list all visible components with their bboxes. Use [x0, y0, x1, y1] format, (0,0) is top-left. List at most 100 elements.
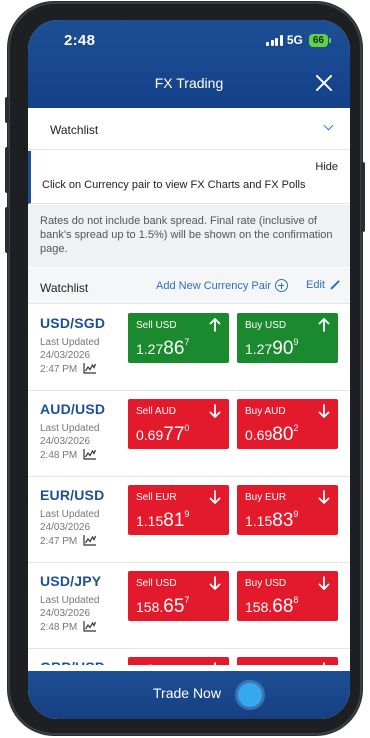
- currency-pair-row[interactable]: EUR/USD Last Updated 24/03/2026 2:47 PM Sell…: [28, 477, 350, 563]
- buy-rate-value: 1.15839: [245, 509, 298, 532]
- last-updated-info: Last Updated 24/03/2026 2:47 PM: [40, 336, 100, 376]
- buy-label: Buy USD: [245, 320, 287, 331]
- rate-pip: 2: [293, 423, 299, 433]
- buy-label: Buy USD: [245, 578, 287, 589]
- last-updated-label: Last Updated: [40, 337, 100, 348]
- volume-down-button: [5, 147, 9, 193]
- rate-main: 1.27: [245, 341, 273, 357]
- sell-rate-tile[interactable]: Sell EUR 1.15819: [128, 485, 229, 535]
- currency-pair-row[interactable]: USD/SGD Last Updated 24/03/2026 2:47 PM Sell…: [28, 305, 350, 391]
- rate-big-figure: 65: [163, 596, 185, 617]
- edit-label: Edit: [306, 279, 325, 291]
- last-updated-date: 24/03/2026: [40, 436, 91, 447]
- trade-now-button[interactable]: Trade Now: [28, 671, 350, 719]
- network-label: 5G: [286, 33, 303, 47]
- assistant-bubble-icon[interactable]: [238, 683, 262, 707]
- add-currency-pair-label: Add New Currency Pair: [156, 279, 271, 292]
- line-chart-icon[interactable]: [83, 620, 97, 632]
- sell-label: Sell EUR: [136, 492, 177, 503]
- last-updated-time: 2:48 PM: [40, 450, 78, 461]
- rate-disclaimer: Rates do not include bank spread. Final …: [28, 205, 350, 267]
- rate-big-figure: 68: [272, 596, 294, 617]
- last-updated-time: 2:48 PM: [40, 622, 78, 633]
- signal-icon: [266, 34, 283, 46]
- info-notice: Hide Click on Currency pair to view FX C…: [28, 151, 350, 204]
- last-updated-date: 24/03/2026: [40, 350, 91, 361]
- currency-pair-name[interactable]: AUD/USD: [40, 401, 105, 417]
- arrow-down-icon: [318, 490, 330, 504]
- sell-rate-tile[interactable]: Sell USD 158.657: [128, 571, 229, 621]
- dropdown-selected-value: Watchlist: [50, 123, 99, 137]
- line-chart-icon[interactable]: [83, 534, 97, 546]
- rate-pip: 7: [184, 337, 190, 347]
- arrow-down-icon: [318, 404, 330, 418]
- rate-big-figure: 90: [272, 338, 294, 359]
- rate-big-figure: 80: [272, 424, 294, 445]
- currency-pair-row[interactable]: GBP/USD Sell GBP Buy GBP: [28, 649, 350, 665]
- arrow-down-icon: [323, 662, 325, 665]
- sell-label: Sell GBP: [136, 664, 177, 665]
- rate-main: 158.: [245, 599, 273, 615]
- currency-pair-name[interactable]: GBP/USD: [40, 659, 105, 665]
- last-updated-date: 24/03/2026: [40, 522, 91, 533]
- status-time: 2:48: [64, 32, 96, 49]
- plus-circle-icon: [274, 279, 288, 292]
- edit-watchlist-button[interactable]: Edit: [306, 279, 340, 291]
- line-chart-icon[interactable]: [83, 362, 97, 374]
- battery-level: 66: [312, 34, 324, 46]
- buy-label: Buy AUD: [245, 406, 286, 417]
- buy-rate-tile[interactable]: Buy USD 158.688: [237, 571, 338, 621]
- sell-rate-value: 1.27867: [136, 337, 189, 360]
- page-title: FX Trading: [154, 75, 224, 91]
- rate-main: 1.15: [245, 513, 273, 529]
- currency-pair-name[interactable]: EUR/USD: [40, 487, 104, 503]
- sell-rate-tile[interactable]: Sell GBP: [128, 657, 229, 665]
- currency-pair-row[interactable]: AUD/USD Last Updated 24/03/2026 2:48 PM Sell…: [28, 391, 350, 477]
- currency-pair-name[interactable]: USD/JPY: [40, 573, 101, 589]
- volume-up-button: [5, 97, 9, 123]
- power-button: [361, 162, 365, 232]
- currency-pair-row[interactable]: USD/JPY Last Updated 24/03/2026 2:48 PM Sell…: [28, 563, 350, 649]
- rate-big-figure: 77: [163, 424, 185, 445]
- add-currency-pair-button[interactable]: Add New Currency Pair: [156, 279, 288, 292]
- rate-pip: 9: [293, 337, 299, 347]
- watchlist-dropdown[interactable]: Watchlist: [28, 108, 350, 150]
- currency-pair-name[interactable]: USD/SGD: [40, 315, 105, 331]
- buy-rate-value: 158.688: [245, 595, 298, 618]
- rate-pip: 9: [184, 509, 190, 519]
- last-updated-time: 2:47 PM: [40, 536, 78, 547]
- watchlist-rows: USD/SGD Last Updated 24/03/2026 2:47 PM Sell…: [28, 305, 350, 665]
- hide-notice-button[interactable]: Hide: [315, 161, 338, 173]
- arrow-down-icon: [318, 576, 330, 590]
- arrow-down-icon: [214, 662, 216, 665]
- rate-big-figure: 83: [272, 510, 294, 531]
- rate-main: 1.27: [136, 341, 164, 357]
- sell-rate-tile[interactable]: Sell AUD 0.69770: [128, 399, 229, 449]
- buy-label: Buy GBP: [245, 664, 286, 665]
- pencil-icon: [330, 280, 340, 290]
- last-updated-label: Last Updated: [40, 595, 100, 606]
- buy-rate-value: 1.27909: [245, 337, 298, 360]
- buy-rate-tile[interactable]: Buy GBP: [237, 657, 338, 665]
- rate-pip: 8: [293, 595, 299, 605]
- sell-rate-tile[interactable]: Sell USD 1.27867: [128, 313, 229, 363]
- last-updated-label: Last Updated: [40, 509, 100, 520]
- rate-main: 0.69: [245, 427, 273, 443]
- sell-rate-value: 0.69770: [136, 423, 189, 446]
- buy-rate-tile[interactable]: Buy USD 1.27909: [237, 313, 338, 363]
- sell-label: Sell USD: [136, 578, 177, 589]
- buy-label: Buy EUR: [245, 492, 287, 503]
- buy-rate-tile[interactable]: Buy EUR 1.15839: [237, 485, 338, 535]
- close-icon[interactable]: [314, 73, 334, 93]
- rate-main: 0.69: [136, 427, 164, 443]
- watchlist-header: Watchlist Add New Currency Pair Edit: [28, 268, 350, 304]
- watchlist-title: Watchlist: [40, 281, 89, 295]
- buy-rate-value: 0.69802: [245, 423, 298, 446]
- line-chart-icon[interactable]: [83, 448, 97, 460]
- last-updated-info: Last Updated 24/03/2026 2:48 PM: [40, 422, 100, 462]
- battery-icon: 66: [308, 33, 332, 47]
- chevron-down-icon: [323, 120, 334, 131]
- buy-rate-tile[interactable]: Buy AUD 0.69802: [237, 399, 338, 449]
- rate-pip: 0: [184, 423, 190, 433]
- last-updated-time: 2:47 PM: [40, 364, 78, 375]
